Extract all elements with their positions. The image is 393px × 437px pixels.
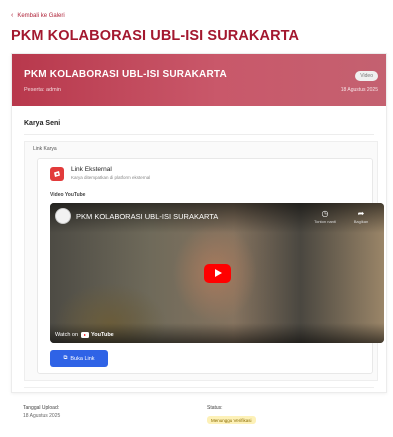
external-link-title: Link Eksternal bbox=[71, 166, 112, 173]
meta-divider bbox=[24, 387, 374, 388]
hero-date: 18 Agustus 2025 bbox=[340, 87, 378, 93]
open-link-button[interactable]: ⧉ Buka Link bbox=[50, 350, 108, 367]
video-title[interactable]: PKM KOLABORASI UBL-ISI SURAKARTA bbox=[76, 212, 218, 221]
artwork-hero-banner: PKM KOLABORASI UBL-ISI SURAKARTA Peserta… bbox=[12, 54, 386, 106]
share-label: Bagikan bbox=[353, 219, 369, 224]
youtube-play-icon bbox=[81, 332, 90, 338]
youtube-logo: YouTube bbox=[81, 332, 114, 338]
upload-date-label: Tanggal Upload: bbox=[23, 405, 60, 411]
type-badge: Video bbox=[355, 71, 378, 81]
watch-later-button[interactable]: ◷ Tonton nanti bbox=[314, 209, 336, 224]
external-link-card: Link Eksternal Karya ditempatkan di plat… bbox=[37, 158, 384, 374]
share-icon: ➦ bbox=[357, 209, 365, 218]
channel-avatar[interactable] bbox=[55, 208, 71, 224]
watch-on-label: Watch on bbox=[55, 332, 79, 338]
youtube-video-label: Video YouTube bbox=[50, 192, 86, 198]
upload-date-value: 18 Agustus 2025 bbox=[23, 413, 61, 419]
divider bbox=[24, 134, 374, 135]
back-link-label: Kembali ke Galeri bbox=[17, 12, 65, 19]
share-button[interactable]: ➦ Bagikan bbox=[350, 209, 372, 224]
watch-later-label: Tonton nanti bbox=[314, 219, 336, 224]
external-link-icon bbox=[50, 167, 64, 181]
play-button[interactable] bbox=[204, 264, 231, 283]
page-title: PKM KOLABORASI UBL-ISI SURAKARTA bbox=[11, 28, 300, 44]
hero-title: PKM KOLABORASI UBL-ISI SURAKARTA bbox=[24, 69, 227, 80]
status-label: Status: bbox=[207, 405, 223, 411]
hero-participant: Peserta: admin bbox=[24, 87, 61, 93]
artwork-card: PKM KOLABORASI UBL-ISI SURAKARTA Peserta… bbox=[11, 53, 387, 393]
section-title: Karya Seni bbox=[24, 120, 61, 127]
watch-on-youtube-link[interactable]: Watch on YouTube bbox=[55, 332, 114, 338]
youtube-embed[interactable]: PKM KOLABORASI UBL-ISI SURAKARTA ◷ Tonto… bbox=[50, 203, 384, 343]
clock-icon: ◷ bbox=[321, 209, 329, 218]
open-link-label: Buka Link bbox=[70, 355, 95, 362]
link-karya-panel: Link Karya Link Eksternal Karya ditempat… bbox=[24, 141, 384, 381]
external-link-description: Karya ditempatkan di platform eksternal bbox=[71, 175, 151, 180]
chevron-left-icon: ‹ bbox=[11, 12, 14, 19]
back-to-gallery-link[interactable]: ‹ Kembali ke Galeri bbox=[11, 12, 65, 19]
link-karya-label: Link Karya bbox=[33, 146, 57, 152]
youtube-brand: YouTube bbox=[91, 332, 114, 338]
external-open-icon: ⧉ bbox=[63, 355, 68, 361]
status-badge: Menunggu Verifikasi bbox=[207, 416, 256, 424]
